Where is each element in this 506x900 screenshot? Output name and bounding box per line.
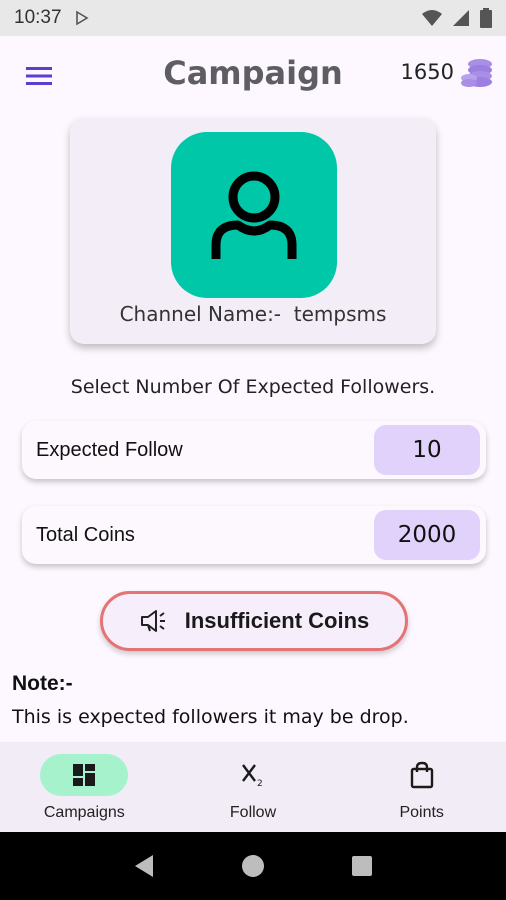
nav-label-follow: Follow [229,804,277,821]
nav-item-follow[interactable]: 2 Follow [169,742,338,832]
dashboard-icon [73,764,96,786]
coin-balance[interactable]: 1650 [401,56,494,88]
nav-label-points: Points [399,804,444,821]
home-icon[interactable] [241,854,265,878]
battery-icon [480,8,492,28]
expected-follow-label: Expected Follow [36,439,183,461]
avatar [171,132,337,298]
signal-icon [453,10,469,26]
nav-icon-wrap: 2 [209,754,297,796]
status-icons [422,8,492,28]
insufficient-coins-button[interactable]: Insufficient Coins [100,591,408,651]
note-title: Note:- [12,672,73,695]
user-icon [211,171,297,259]
channel-name-value: tempsms [293,302,387,326]
instruction-text: Select Number Of Expected Followers. [70,376,436,398]
system-navigation-bar [0,832,506,900]
top-app-bar: Campaign 1650 [0,36,506,116]
wifi-icon [422,10,442,26]
status-bar: 10:37 [0,0,506,36]
back-icon[interactable] [133,854,155,878]
shopping-bag-icon [410,761,433,789]
insufficient-coins-label: Insufficient Coins [184,608,370,633]
megaphone-icon [140,610,165,632]
play-store-icon [75,10,89,26]
note-text: This is expected followers it may be dro… [12,706,409,728]
svg-text:2: 2 [257,779,263,789]
coin-count: 1650 [400,60,454,84]
x2-icon: 2 [242,764,263,789]
total-coins-row: Total Coins 2000 [22,506,486,564]
nav-item-points[interactable]: Points [337,742,506,832]
nav-item-campaigns[interactable]: Campaigns [0,742,169,832]
bottom-navigation: Campaigns 2 Follow Points [0,742,506,832]
channel-name-line: Channel Name:- tempsms [70,302,436,326]
total-coins-value: 2000 [374,510,480,560]
nav-label-campaigns: Campaigns [43,804,125,821]
nav-icon-wrap [378,754,466,796]
recents-icon[interactable] [351,855,373,877]
total-coins-label: Total Coins [36,524,135,546]
nav-active-indicator [40,754,129,796]
expected-follow-row[interactable]: Expected Follow 10 [22,421,486,479]
expected-follow-value[interactable]: 10 [374,425,480,475]
status-time: 10:37 [14,7,62,28]
coin-stack-icon [461,59,492,87]
channel-name-label: Channel Name:- [119,302,282,326]
channel-card: Channel Name:- tempsms [70,118,436,344]
